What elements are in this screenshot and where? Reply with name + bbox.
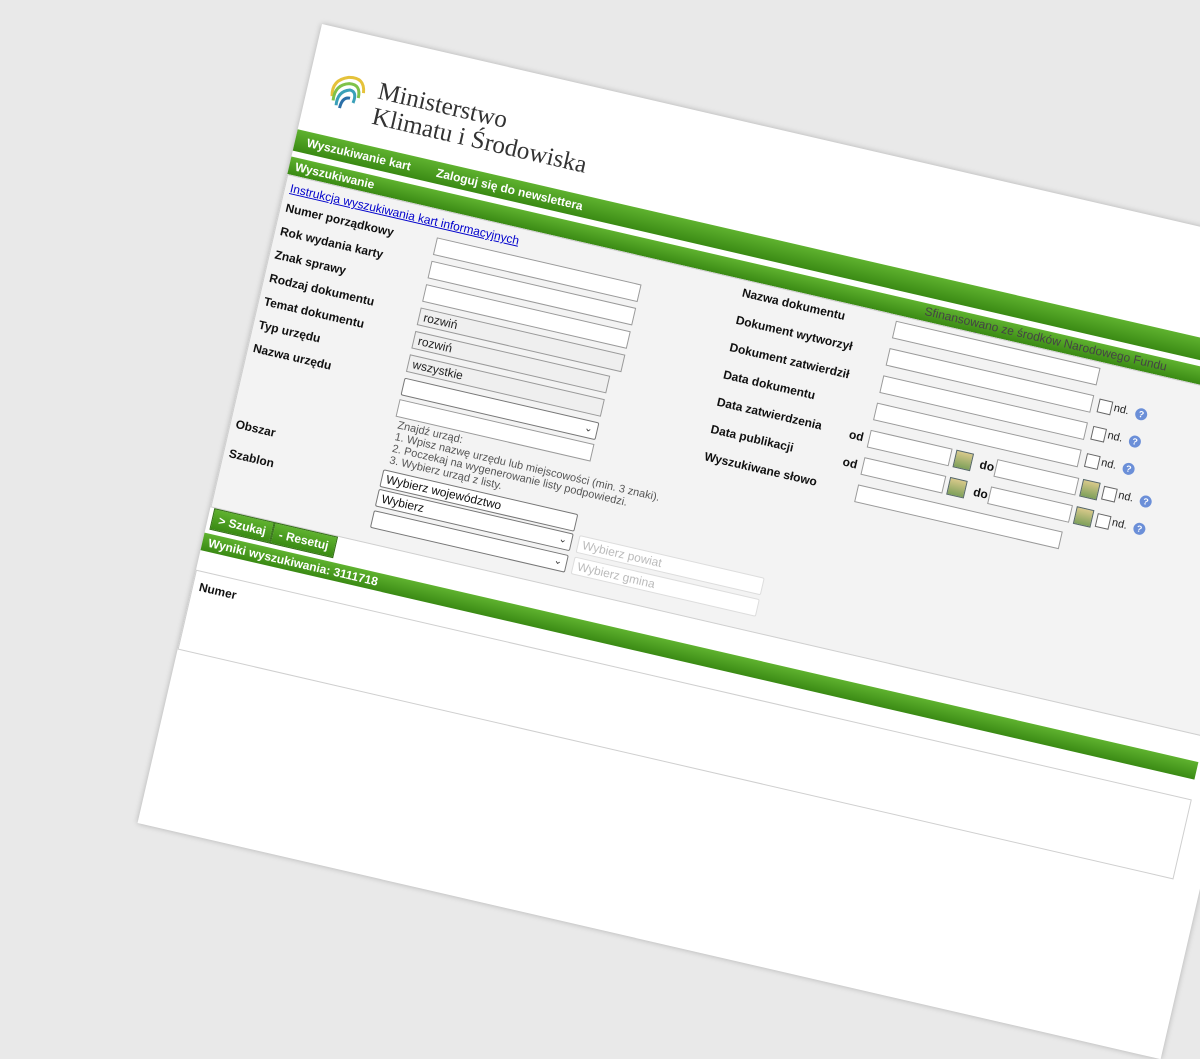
chevron-down-icon: ⌄ <box>552 555 564 568</box>
od-label: od <box>847 427 866 445</box>
document-page: Ministerstwo Klimatu i Środowiska Wyszuk… <box>137 24 1200 1059</box>
results-col-numer: Numer <box>197 579 238 603</box>
ministry-logo-icon <box>330 75 366 109</box>
chevron-down-icon: ⌄ <box>583 422 594 436</box>
od-label: od <box>841 454 859 472</box>
do-label: do <box>971 484 990 502</box>
chevron-down-icon: ⌄ <box>557 533 569 547</box>
do-label: do <box>978 457 996 475</box>
